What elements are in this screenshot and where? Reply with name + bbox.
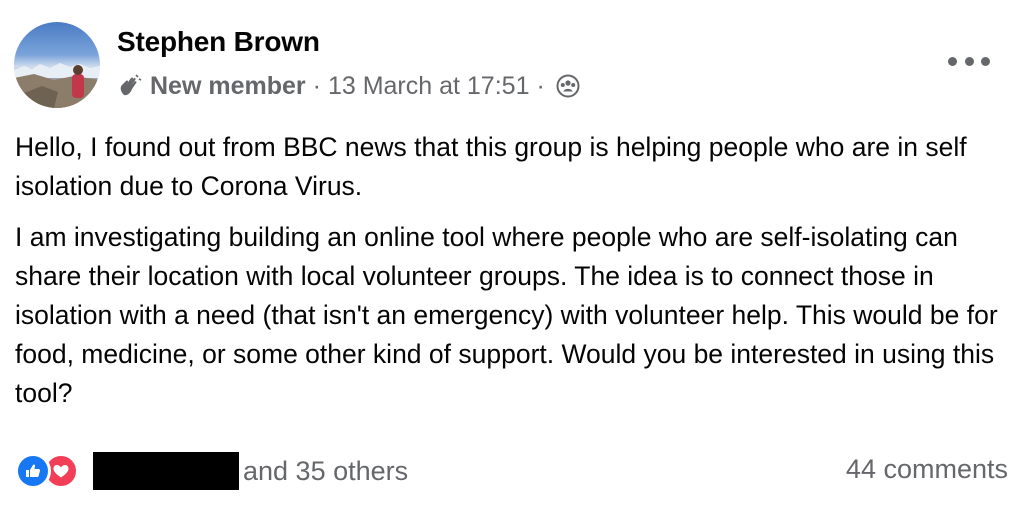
facebook-post: Stephen Brown New member · 13 March at 1… bbox=[0, 0, 1024, 507]
member-badge[interactable]: New member bbox=[150, 72, 306, 101]
post-paragraph: Hello, I found out from BBC news that th… bbox=[15, 132, 967, 201]
dot-icon bbox=[964, 56, 974, 66]
reactions-count-text[interactable]: and 35 others bbox=[243, 456, 408, 487]
redacted-name bbox=[93, 452, 239, 490]
post-body: Hello, I found out from BBC news that th… bbox=[15, 128, 1010, 413]
like-icon bbox=[15, 453, 51, 489]
dot-icon bbox=[981, 56, 990, 66]
post-timestamp[interactable]: 13 March at 17:51 bbox=[328, 72, 530, 101]
post-paragraph: I am investigating building an online to… bbox=[15, 222, 998, 408]
separator-dot: · bbox=[536, 71, 545, 100]
group-audience-icon[interactable] bbox=[556, 74, 580, 98]
more-options-button[interactable] bbox=[948, 52, 990, 70]
waving-hand-icon bbox=[120, 74, 142, 96]
separator-dot: · bbox=[312, 71, 321, 100]
avatar[interactable] bbox=[14, 22, 100, 108]
dot-icon bbox=[948, 56, 957, 66]
comments-count-link[interactable]: 44 comments bbox=[846, 454, 1008, 485]
post-meta: New member · 13 March at 17:51 · bbox=[117, 70, 580, 102]
reactions-summary[interactable]: and 35 others bbox=[15, 452, 408, 490]
author-name[interactable]: Stephen Brown bbox=[117, 26, 320, 58]
